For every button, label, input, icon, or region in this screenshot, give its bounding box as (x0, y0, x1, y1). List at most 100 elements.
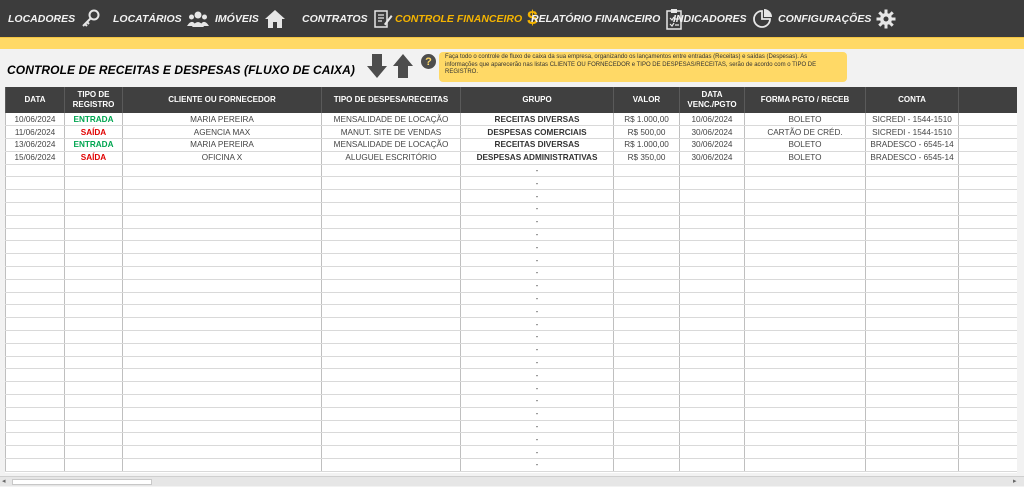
table-cell[interactable] (958, 407, 1017, 421)
table-cell[interactable] (679, 189, 745, 204)
table-cell[interactable] (865, 253, 959, 268)
table-row-empty[interactable]: - (5, 215, 1017, 229)
table-cell[interactable]: - (460, 394, 614, 408)
table-cell[interactable]: MARIA PEREIRA (122, 138, 322, 152)
table-row-empty[interactable]: - (5, 458, 1017, 472)
table-cell[interactable] (122, 240, 322, 255)
table-cell[interactable] (64, 228, 123, 242)
table-cell[interactable] (5, 304, 65, 319)
table-cell[interactable]: SICREDI - 1544-1510 (865, 125, 959, 140)
table-row-empty[interactable]: - (5, 279, 1017, 293)
table-cell[interactable] (64, 240, 123, 255)
table-cell[interactable] (744, 381, 866, 396)
table-cell[interactable] (679, 240, 745, 255)
table-cell[interactable] (744, 458, 866, 472)
table-cell[interactable] (613, 458, 680, 472)
table-cell[interactable] (679, 317, 745, 332)
table-cell[interactable]: BOLETO (744, 138, 866, 152)
table-cell[interactable] (679, 420, 745, 434)
table-cell[interactable]: SAÍDA (64, 151, 123, 165)
table-cell[interactable]: 11/06/2024 (5, 125, 65, 140)
table-cell[interactable] (679, 381, 745, 396)
table-cell[interactable] (64, 164, 123, 178)
table-cell[interactable] (613, 343, 680, 357)
table-cell[interactable] (744, 330, 866, 344)
table-row-empty[interactable]: - (5, 432, 1017, 447)
table-cell[interactable] (865, 330, 959, 344)
table-cell[interactable] (744, 407, 866, 421)
table-cell[interactable] (865, 356, 959, 370)
table-cell[interactable] (744, 253, 866, 268)
table-cell[interactable]: - (460, 189, 614, 204)
table-cell[interactable] (5, 432, 65, 447)
table-row-empty[interactable]: - (5, 189, 1017, 204)
nav-item-locatarios[interactable]: LOCATÁRIOS (113, 0, 209, 37)
table-cell[interactable] (122, 279, 322, 293)
table-cell[interactable] (958, 215, 1017, 229)
table-cell[interactable] (679, 228, 745, 242)
table-cell[interactable] (958, 266, 1017, 280)
col-header[interactable]: CONTA (865, 87, 959, 113)
table-cell[interactable] (122, 394, 322, 408)
table-cell[interactable] (122, 445, 322, 460)
table-row-empty[interactable]: - (5, 368, 1017, 383)
table-cell[interactable] (122, 202, 322, 216)
table-row-empty[interactable]: - (5, 330, 1017, 344)
table-cell[interactable] (613, 228, 680, 242)
table-row-empty[interactable]: - (5, 253, 1017, 268)
table-cell[interactable] (958, 445, 1017, 460)
table-cell[interactable]: BRADESCO - 6545-14 (865, 138, 959, 152)
table-cell[interactable] (122, 228, 322, 242)
col-header[interactable]: CLIENTE OU FORNECEDOR (122, 87, 322, 113)
table-cell[interactable]: - (460, 368, 614, 383)
table-cell[interactable] (958, 176, 1017, 191)
table-cell[interactable]: 13/06/2024 (5, 138, 65, 152)
table-cell[interactable]: - (460, 240, 614, 255)
table-cell[interactable]: - (460, 164, 614, 178)
table-cell[interactable] (613, 381, 680, 396)
table-cell[interactable]: MARIA PEREIRA (122, 113, 322, 127)
table-cell[interactable] (321, 215, 461, 229)
table-cell[interactable]: ENTRADA (64, 138, 123, 152)
table-cell[interactable] (865, 240, 959, 255)
table-cell[interactable] (64, 432, 123, 447)
table-cell[interactable] (5, 368, 65, 383)
table-cell[interactable]: - (460, 266, 614, 280)
table-cell[interactable]: 10/06/2024 (5, 113, 65, 127)
col-header[interactable]: FORMA PGTO / RECEB (744, 87, 866, 113)
table-cell[interactable] (5, 292, 65, 306)
table-cell[interactable] (958, 458, 1017, 472)
table-cell[interactable]: CARTÃO DE CRÉD. (744, 125, 866, 140)
table-cell[interactable] (321, 445, 461, 460)
table-cell[interactable]: BRADESCO - 6545-14 (865, 151, 959, 165)
table-row-empty[interactable]: - (5, 176, 1017, 191)
table-cell[interactable] (744, 202, 866, 216)
table-cell[interactable] (865, 368, 959, 383)
table-cell[interactable] (958, 125, 1017, 140)
table-cell[interactable] (679, 292, 745, 306)
nav-item-locadores[interactable]: LOCADORES (8, 0, 102, 37)
table-cell[interactable] (744, 420, 866, 434)
table-cell[interactable] (958, 317, 1017, 332)
table-row-empty[interactable]: - (5, 266, 1017, 280)
table-cell[interactable] (958, 292, 1017, 306)
table-cell[interactable] (321, 381, 461, 396)
table-cell[interactable] (64, 343, 123, 357)
table-cell[interactable] (744, 394, 866, 408)
table-cell[interactable] (613, 368, 680, 383)
table-row[interactable]: 15/06/2024 SAÍDA OFICINA X ALUGUEL ESCRITÓR… (5, 151, 1017, 165)
table-cell[interactable]: - (460, 343, 614, 357)
table-cell[interactable]: DESPESAS ADMINISTRATIVAS (460, 151, 614, 165)
col-header[interactable]: TIPO DE REGISTRO (64, 87, 123, 113)
table-cell[interactable] (865, 394, 959, 408)
table-cell[interactable] (744, 356, 866, 370)
table-cell[interactable] (64, 317, 123, 332)
table-row-empty[interactable]: - (5, 394, 1017, 408)
table-cell[interactable]: R$ 350,00 (613, 151, 680, 165)
table-cell[interactable] (64, 330, 123, 344)
table-cell[interactable] (613, 317, 680, 332)
table-cell[interactable] (865, 279, 959, 293)
table-cell[interactable] (958, 343, 1017, 357)
table-cell[interactable] (679, 253, 745, 268)
table-cell[interactable] (64, 445, 123, 460)
